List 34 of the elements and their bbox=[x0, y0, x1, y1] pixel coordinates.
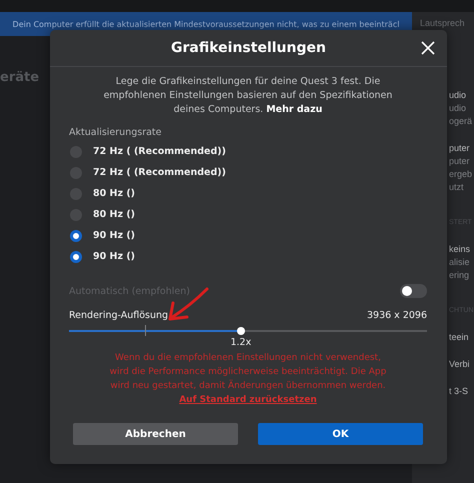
panel-text: ering bbox=[449, 269, 470, 282]
resolution-value: 3936 x 2096 bbox=[366, 310, 427, 321]
panel-text: puter bbox=[449, 155, 471, 168]
panel-text: Verbi bbox=[449, 358, 471, 371]
toggle-switch[interactable] bbox=[400, 284, 427, 298]
warning-text: Wenn du die empfohlenen Einstellungen nicht verwendest, wird die Performance möglicherweise beeinträchtigt. Die App wird neu gestartet, damit Änderungen übernommen werden. Auf Standard zurücksetzen bbox=[108, 352, 388, 407]
page-heading: eräte bbox=[0, 70, 40, 85]
slider-tick bbox=[145, 325, 146, 336]
description-text: Lege die Grafikeinstellungen für deine Quest 3 fest. Die empfohlenen Einstellungen basieren auf den Spezifikationen deines Computers. Mehr dazu bbox=[102, 75, 394, 117]
radio-option[interactable]: 72 Hz ( (Recommended)) bbox=[69, 165, 226, 180]
panel-text: ogerä bbox=[449, 115, 474, 128]
close-icon[interactable] bbox=[419, 39, 437, 57]
radio-option[interactable]: 72 Hz ( (Recommended)) bbox=[69, 144, 226, 159]
dialog-title: Grafikeinstellungen bbox=[171, 40, 326, 56]
cancel-button[interactable]: Abbrechen bbox=[73, 423, 238, 445]
slider-thumb[interactable] bbox=[236, 327, 245, 335]
panel-text: t 3-S bbox=[449, 385, 470, 398]
radio-option[interactable]: 90 Hz () bbox=[69, 249, 135, 264]
radio-option[interactable]: 90 Hz () bbox=[69, 228, 135, 243]
panel-text: udio bbox=[449, 102, 468, 115]
panel-text: utzt bbox=[449, 181, 465, 194]
panel-text: teein bbox=[449, 331, 470, 344]
panel-text: alisie bbox=[449, 256, 471, 269]
slider-value: 1.2x bbox=[230, 337, 252, 348]
ok-button[interactable]: OK bbox=[258, 423, 423, 445]
panel-text: puter bbox=[449, 142, 471, 155]
radio-option[interactable]: 80 Hz () bbox=[69, 207, 135, 222]
radio-option[interactable]: 80 Hz () bbox=[69, 186, 135, 201]
section-label: Aktualisierungsrate bbox=[69, 127, 163, 138]
more-link[interactable]: Mehr dazu bbox=[266, 104, 322, 115]
panel-text: udio bbox=[449, 89, 468, 102]
slider-label: Rendering-Auflösung bbox=[69, 310, 168, 321]
panel-text: keins bbox=[449, 243, 472, 256]
panel-text: ergeb bbox=[449, 168, 474, 181]
